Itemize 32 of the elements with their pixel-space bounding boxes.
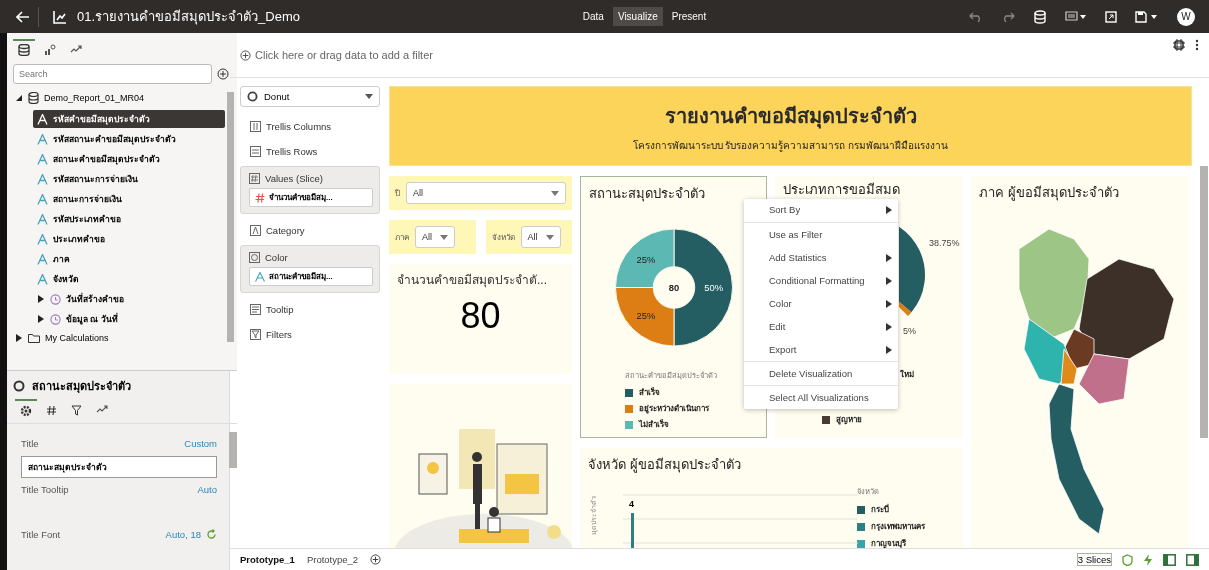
legend-label: กรุงเทพมหานคร xyxy=(871,521,925,533)
slices-count: 3 Slices xyxy=(1076,553,1112,566)
filter-label: จังหวัด xyxy=(491,231,515,244)
legend-label: ใหม่ xyxy=(900,369,914,381)
filter-label: ปี xyxy=(395,187,400,200)
kpi-title: จำนวนคำขอมีสมุดประจำตั... xyxy=(397,272,548,289)
card-title: ประเภทการขอมีสมด xyxy=(783,181,901,199)
property-label: Title xyxy=(21,438,39,449)
bar-label: 4 xyxy=(629,499,634,509)
report-title: รายงานคำขอมีสมุดประจำตัว xyxy=(664,103,917,131)
legend-label: กระบี่ xyxy=(871,503,889,516)
report-subtitle: โครงการพัฒนาระบบ รับรองความรู้ความสามารถ กรมพัฒนาฝีมือแรงงาน xyxy=(632,138,949,153)
slice-label: 25% xyxy=(636,254,655,266)
slice-label: 50% xyxy=(703,282,723,294)
property-label: Title Tooltip xyxy=(21,484,69,495)
card-title: สถานะสมุดประจำตัว xyxy=(589,185,705,204)
kpi-value: 80 xyxy=(460,295,501,337)
legend-label: อยู่ระหว่างดำเนินการ xyxy=(639,403,709,415)
legend-label: สำเร็จ xyxy=(639,386,660,399)
slice-label: 38.75% xyxy=(929,238,960,248)
card-title: จังหวัด ผู้ขอมีสมุดประจำตัว xyxy=(588,456,742,475)
slice-label: 5% xyxy=(903,326,916,336)
legend-label: สูญหาย xyxy=(836,414,862,426)
legend-label: ไม่สำเร็จ xyxy=(639,418,669,431)
card-title: ภาค ผู้ขอมีสมุดประจำตัว xyxy=(979,184,1120,203)
properties-title: สถานะสมุดประจำตัว xyxy=(32,379,131,395)
slice-label: 25% xyxy=(636,310,655,322)
document-title: 01.รายงานคำขอมีสมุดประจำตัว_Demo xyxy=(77,8,300,27)
filter-label: ภาค xyxy=(395,231,409,244)
property-label: Title Font xyxy=(21,529,61,540)
legend-label: กาญจนบุรี xyxy=(871,538,906,548)
donut-total: 80 xyxy=(668,282,679,294)
